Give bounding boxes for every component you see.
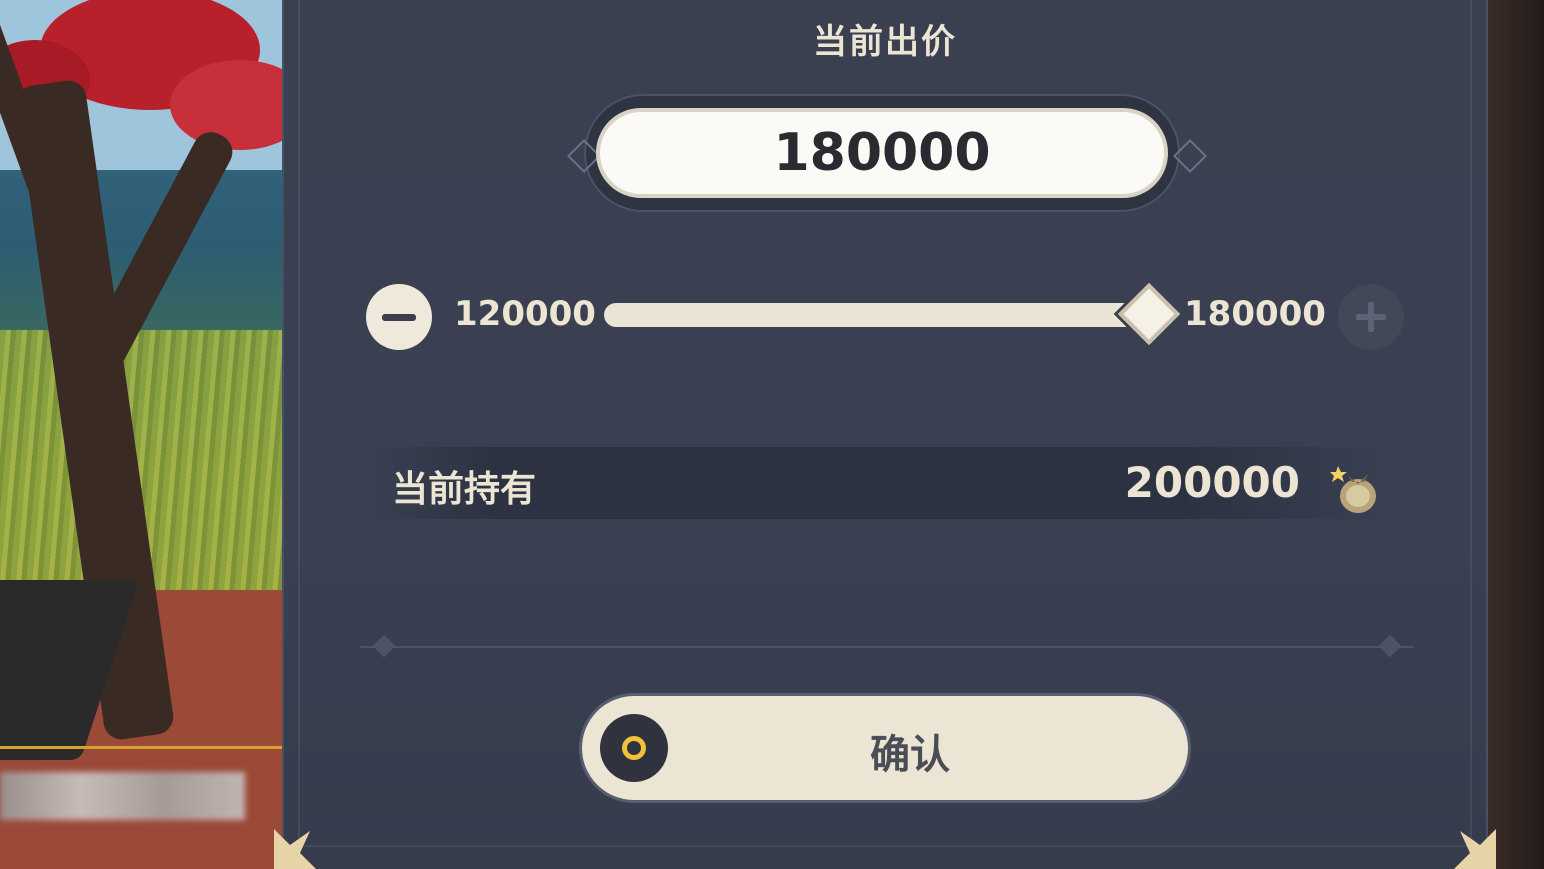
divider: [360, 646, 1414, 648]
current-bid-value[interactable]: 180000: [596, 108, 1168, 198]
right-background-strip: [1488, 0, 1544, 869]
blurred-text: [0, 772, 245, 820]
decrease-button[interactable]: [366, 284, 432, 350]
bid-panel: 当前出价 180000 120000 180000 当前持有 200000 确认: [274, 0, 1496, 869]
minus-icon: [382, 313, 416, 321]
holding-label: 当前持有: [392, 469, 537, 510]
slider-max-label: 180000: [1184, 294, 1326, 334]
corner-ornament-icon: [274, 829, 316, 869]
bid-slider-track[interactable]: [604, 303, 1149, 327]
corner-ornament-icon: [1454, 829, 1496, 869]
slider-min-label: 120000: [454, 294, 596, 334]
game-scene-background: [0, 0, 290, 869]
gold-divider-line: [0, 746, 290, 749]
holding-value: 200000: [1124, 458, 1300, 507]
bid-slider-fill: [604, 303, 1149, 327]
confirm-button[interactable]: 确认: [582, 696, 1188, 800]
confirm-label: 确认: [870, 732, 950, 778]
increase-button[interactable]: [1338, 284, 1404, 350]
panel-title: 当前出价: [813, 22, 957, 62]
mora-bag-icon: [1330, 466, 1376, 513]
